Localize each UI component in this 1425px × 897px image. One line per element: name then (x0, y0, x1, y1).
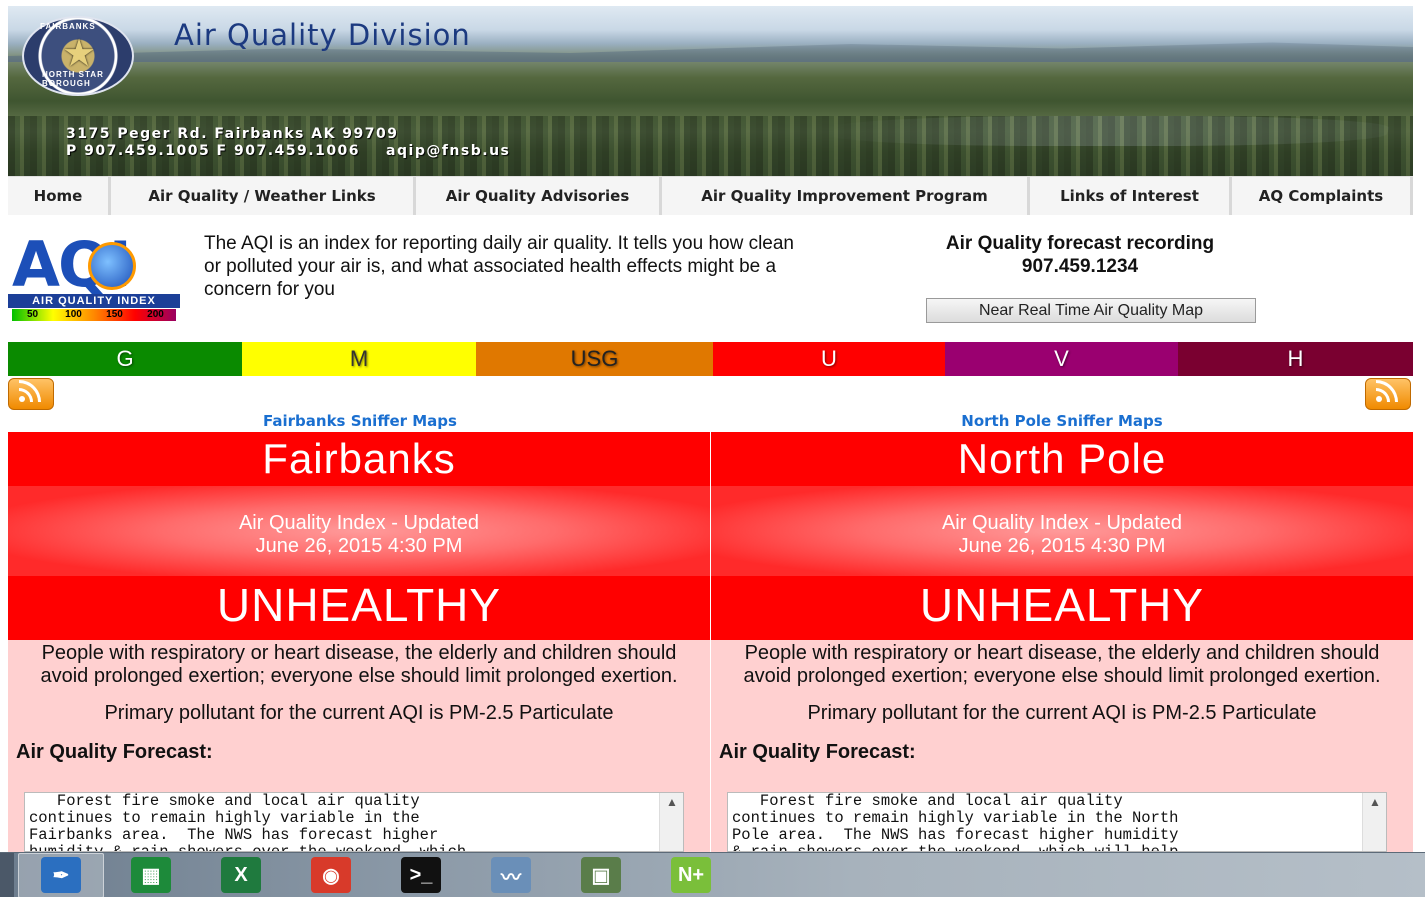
street-address: 3175 Peger Rd. Fairbanks AK 99709 (66, 126, 399, 142)
station-name: North Pole (711, 432, 1413, 486)
chrome-icon: ◉ (311, 857, 351, 893)
excel-icon: X (221, 857, 261, 893)
taskbar-item[interactable]: N+ (648, 853, 734, 897)
aqi-scale-value: 200 (147, 309, 164, 320)
aqi-category-strip: G M USG U V H (8, 342, 1413, 376)
forecast-textarea[interactable]: Forest fire smoke and local air quality … (24, 792, 684, 852)
performance-monitor-icon: 〰 (491, 857, 531, 893)
forecast-textarea[interactable]: Forest fire smoke and local air quality … (727, 792, 1387, 852)
updated-label: Air Quality Index - Updated (238, 512, 480, 534)
primary-pollutant: Primary pollutant for the current AQI is… (807, 702, 1317, 724)
seal-ring-bottom-text: NORTH STAR BOROUGH (42, 70, 104, 88)
nav-item-links-of-interest[interactable]: Links of Interest (1030, 177, 1232, 215)
fairbanks-sniffer-maps-link[interactable]: Fairbanks Sniffer Maps (210, 412, 510, 430)
aqi-category-m: M (242, 342, 476, 376)
taskbar-start-edge[interactable] (0, 852, 14, 897)
updated-label: Air Quality Index - Updated (941, 512, 1183, 534)
forecast-label: Air Quality Forecast: (719, 741, 916, 763)
station-panel-fairbanks: Fairbanks Air Quality Index - Updated Ju… (8, 432, 710, 852)
aqi-category-g: G (8, 342, 242, 376)
email-link[interactable]: aqip@fnsb.us (386, 143, 510, 159)
primary-pollutant: Primary pollutant for the current AQI is… (104, 702, 614, 724)
scroll-up-icon[interactable]: ▲ (1369, 795, 1381, 809)
image-viewer-icon: ▣ (581, 857, 621, 893)
aqi-category-usg: USG (476, 342, 713, 376)
aqi-logo: AQI AIR QUALITY INDEX 50 100 150 200 (8, 234, 180, 324)
header-banner: FAIRBANKS ★ NORTH STAR BOROUGH Air Quali… (8, 6, 1413, 176)
updated-time: June 26, 2015 4:30 PM (255, 535, 463, 557)
health-advice: People with respiratory or heart disease… (40, 642, 678, 687)
forecast-recording: Air Quality forecast recording 907.459.1… (880, 232, 1280, 278)
main-nav: Home Air Quality / Weather Links Air Quali… (8, 176, 1413, 215)
station-name: Fairbanks (8, 432, 710, 486)
aqi-status: UNHEALTHY (711, 576, 1413, 640)
taskbar-item[interactable]: >_ (378, 853, 464, 897)
taskbar-item[interactable]: X (198, 853, 284, 897)
os-taskbar: ✒ ▦ X ◉ >_ 〰 ▣ N+ (0, 852, 1425, 897)
aqi-scale-value: 50 (26, 309, 39, 320)
forecast-label: Air Quality Forecast: (16, 741, 213, 763)
aqi-category-u: U (713, 342, 945, 376)
north-pole-sniffer-maps-link[interactable]: North Pole Sniffer Maps (912, 412, 1212, 430)
globe-icon (88, 242, 136, 290)
updated-info: Air Quality Index - Updated June 26, 201… (711, 486, 1413, 576)
aqi-scale-value: 100 (65, 309, 82, 320)
taskbar-item[interactable]: ▣ (558, 853, 644, 897)
taskbar-item[interactable]: ▦ (108, 853, 194, 897)
nav-item-air-quality-weather-links[interactable]: Air Quality / Weather Links (111, 177, 416, 215)
contact-info: 3175 Peger Rd. Fairbanks AK 99709 P 907.… (66, 126, 510, 160)
near-real-time-map-button[interactable]: Near Real Time Air Quality Map (926, 298, 1256, 323)
aqi-category-h: H (1178, 342, 1413, 376)
forecast-text: Forest fire smoke and local air quality … (732, 792, 1179, 852)
spreadsheet-icon: ▦ (131, 857, 171, 893)
pen-tool-icon: ✒ (41, 857, 81, 893)
star-icon: ★ (62, 33, 97, 75)
rss-feed-icon-right[interactable] (1365, 378, 1411, 410)
nav-item-air-quality-improvement-program[interactable]: Air Quality Improvement Program (662, 177, 1030, 215)
aqi-description: The AQI is an index for reporting daily … (204, 233, 795, 300)
forecast-recording-label: Air Quality forecast recording (945, 233, 1215, 254)
taskbar-item[interactable]: 〰 (468, 853, 554, 897)
health-advice: People with respiratory or heart disease… (743, 642, 1381, 687)
station-panel-north-pole: North Pole Air Quality Index - Updated J… (711, 432, 1413, 852)
aqi-logo-band: AIR QUALITY INDEX (8, 294, 180, 308)
nav-item-aq-complaints[interactable]: AQ Complaints (1232, 177, 1413, 215)
updated-time: June 26, 2015 4:30 PM (958, 535, 1166, 557)
nav-item-home[interactable]: Home (8, 177, 111, 215)
taskbar-item[interactable]: ✒ (18, 852, 104, 897)
phone-fax: P 907.459.1005 F 907.459.1006 (66, 143, 361, 159)
scroll-up-icon[interactable]: ▲ (666, 795, 678, 809)
borough-seal-logo[interactable]: FAIRBANKS ★ NORTH STAR BOROUGH (22, 16, 134, 96)
notepad-plus-icon: N+ (671, 857, 711, 893)
aqi-scale: 50 100 150 200 (12, 309, 176, 321)
aqi-status: UNHEALTHY (8, 576, 710, 640)
nav-item-air-quality-advisories[interactable]: Air Quality Advisories (416, 177, 662, 215)
aqi-scale-value: 150 (106, 309, 123, 320)
forecast-text: Forest fire smoke and local air quality … (29, 792, 467, 852)
seal-ring-top-text: FAIRBANKS (40, 22, 96, 31)
terminal-icon: >_ (401, 857, 441, 893)
aqi-category-v: V (945, 342, 1178, 376)
forecast-scrollbar[interactable]: ▲ (1362, 793, 1386, 851)
page-title: Air Quality Division (174, 18, 471, 52)
forecast-recording-phone: 907.459.1234 (1021, 256, 1139, 277)
forecast-scrollbar[interactable]: ▲ (659, 793, 683, 851)
updated-info: Air Quality Index - Updated June 26, 201… (8, 486, 710, 576)
taskbar-item[interactable]: ◉ (288, 853, 374, 897)
rss-feed-icon-left[interactable] (8, 378, 54, 410)
